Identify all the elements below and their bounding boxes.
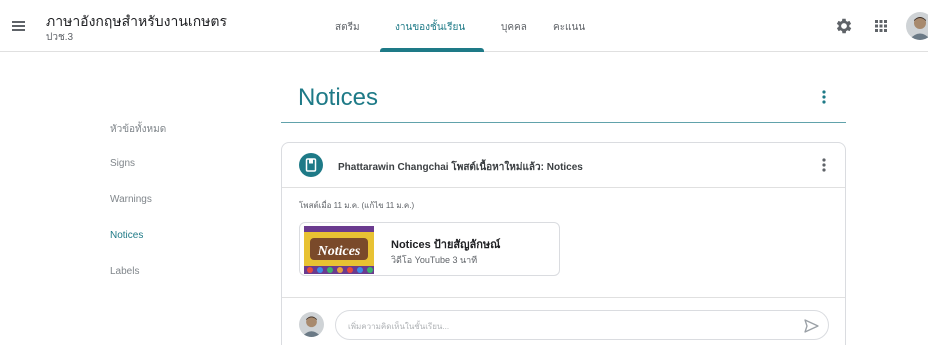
course-title[interactable]: ภาษาอังกฤษสำหรับงานเกษตร	[46, 11, 227, 33]
material-card: Phattarawin Changchai โพสต์เนื้อหาใหม่แล…	[281, 142, 846, 345]
comment-box	[335, 310, 829, 340]
divider	[282, 187, 845, 188]
video-thumbnail: Notices	[304, 226, 374, 274]
tab-people[interactable]: บุคคล	[501, 20, 527, 35]
avatar[interactable]	[906, 12, 928, 40]
post-date: โพสต์เมื่อ 11 ม.ค. (แก้ไข 11 ม.ค.)	[299, 201, 415, 210]
avatar	[299, 312, 324, 337]
apps-icon[interactable]	[872, 17, 890, 35]
topic-title: Notices	[298, 84, 379, 111]
sidebar-item-notices[interactable]: Notices	[110, 230, 143, 241]
tab-grades[interactable]: คะแนน	[553, 20, 585, 35]
sidebar-item-all-topics[interactable]: หัวข้อทั้งหมด	[110, 122, 166, 137]
comment-input[interactable]	[348, 319, 788, 333]
more-vert-icon[interactable]	[816, 156, 832, 174]
post-title[interactable]: Phattarawin Changchai โพสต์เนื้อหาใหม่แล…	[338, 160, 583, 175]
tab-classwork[interactable]: งานของชั้นเรียน	[395, 20, 465, 35]
topic-divider	[281, 122, 846, 123]
send-icon[interactable]	[802, 317, 820, 335]
gear-icon[interactable]	[834, 16, 854, 36]
thumbnail-text: Notices	[317, 244, 361, 259]
attachment-meta: วิดีโอ YouTube 3 นาที	[391, 255, 478, 265]
attachment-title[interactable]: Notices ป้ายสัญลักษณ์	[391, 235, 500, 253]
top-app-bar: ภาษาอังกฤษสำหรับงานเกษตร ปวช.3 สตรีม งาน…	[0, 0, 928, 52]
more-vert-icon[interactable]	[816, 88, 832, 106]
active-tab-indicator	[380, 48, 484, 52]
sidebar-item-signs[interactable]: Signs	[110, 158, 135, 169]
sidebar-item-warnings[interactable]: Warnings	[110, 194, 152, 205]
menu-icon[interactable]	[6, 14, 30, 38]
divider	[282, 297, 845, 298]
tab-stream[interactable]: สตรีม	[335, 20, 360, 35]
course-subtitle: ปวช.3	[46, 32, 74, 43]
youtube-attachment[interactable]: Notices Notices ป้ายสัญลักษณ์ วิดีโอ You…	[299, 222, 560, 276]
material-icon	[299, 153, 323, 177]
sidebar-item-labels[interactable]: Labels	[110, 266, 139, 277]
